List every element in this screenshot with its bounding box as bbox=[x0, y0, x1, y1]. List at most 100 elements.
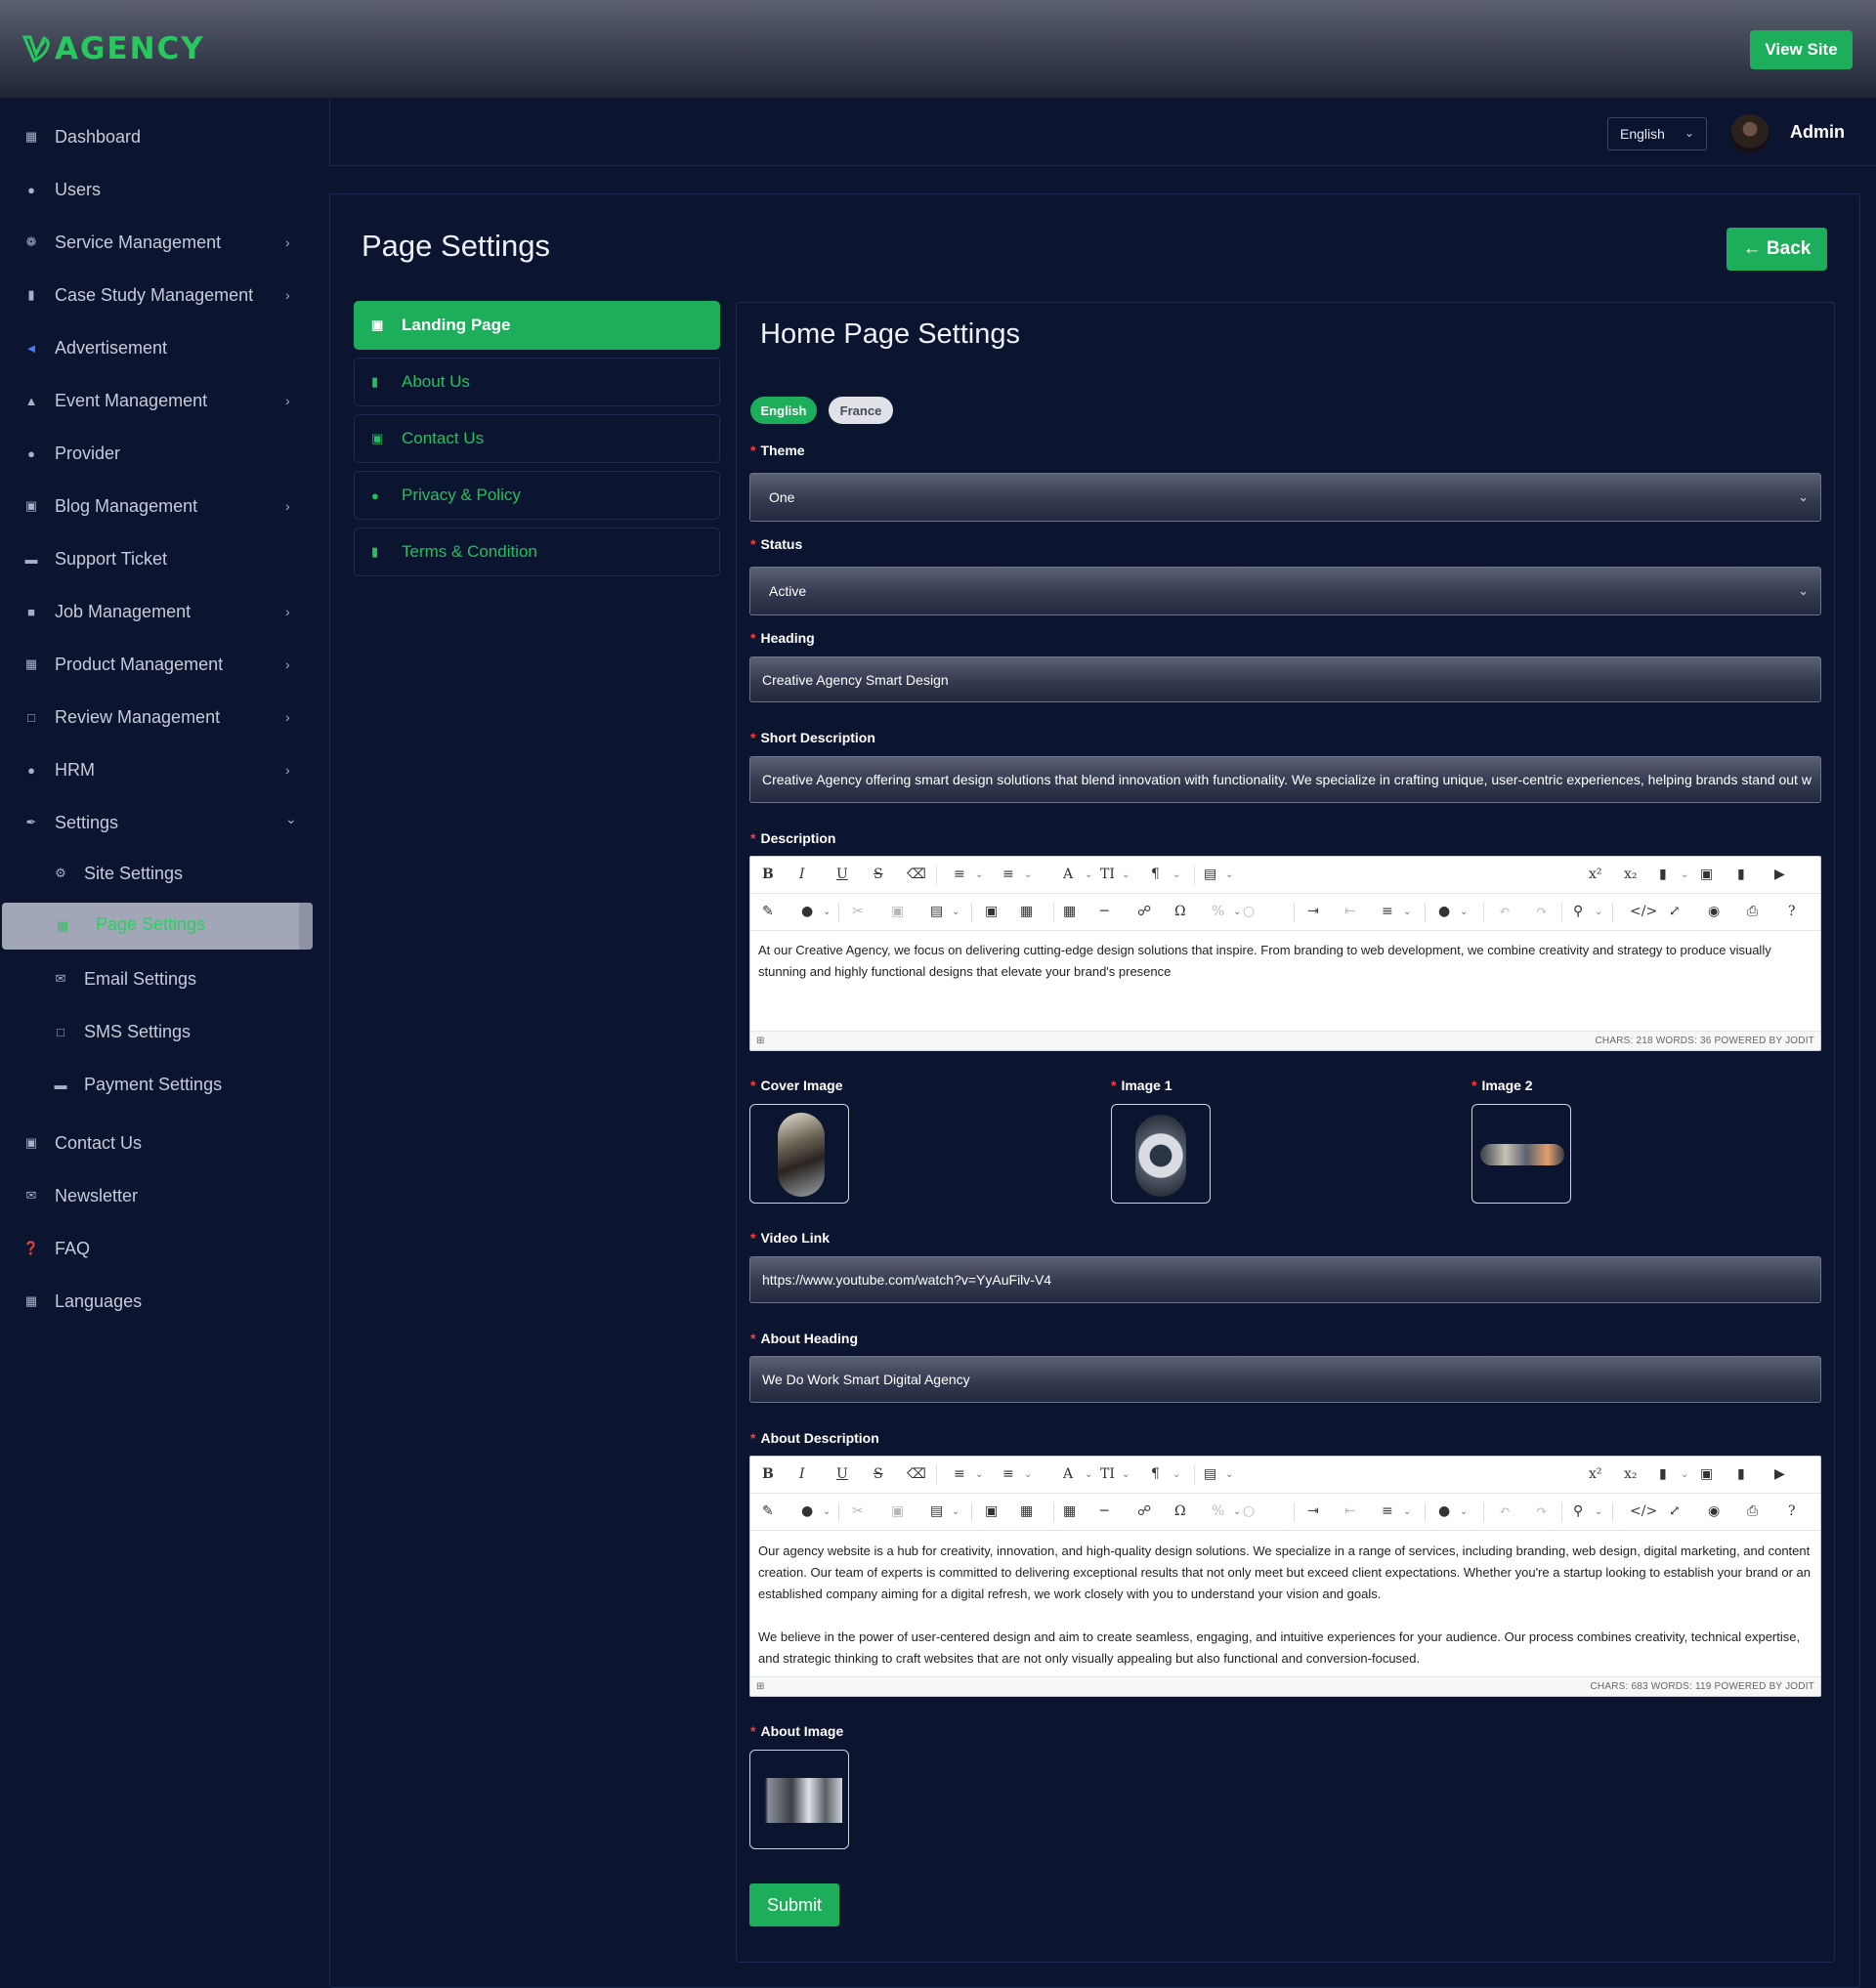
print-icon[interactable]: ⎙ bbox=[1747, 1503, 1758, 1519]
source-button[interactable]: ▮ bbox=[1659, 1466, 1667, 1482]
image2-thumbnail[interactable] bbox=[1471, 1104, 1571, 1204]
indent-icon[interactable]: ⇥ bbox=[1307, 1503, 1319, 1519]
brush-icon[interactable]: ✎ bbox=[762, 904, 774, 919]
sidebar-item-sms-settings[interactable]: □ SMS Settings bbox=[0, 1012, 313, 1051]
sidebar-item-product-management[interactable]: ▦ Product Management › bbox=[0, 645, 313, 684]
outdent-icon[interactable]: ⇤ bbox=[1344, 904, 1356, 919]
table-icon[interactable]: ▦ bbox=[1063, 1503, 1076, 1519]
italic-button[interactable]: I bbox=[799, 1466, 805, 1482]
sidebar-item-payment-settings[interactable]: ▬ Payment Settings bbox=[0, 1065, 313, 1104]
sidebar-item-newsletter[interactable]: ✉ Newsletter bbox=[0, 1176, 313, 1215]
chevron-down-icon[interactable]: ⌄ bbox=[1225, 869, 1233, 880]
description-editor-content[interactable]: At our Creative Agency, we focus on deli… bbox=[758, 940, 1811, 983]
bold-button[interactable]: B bbox=[762, 867, 774, 882]
font-button[interactable]: A bbox=[1063, 867, 1073, 882]
sidebar-item-faq[interactable]: ❓ FAQ bbox=[0, 1229, 313, 1268]
underline-button[interactable]: U bbox=[836, 867, 848, 882]
clear-format-icon[interactable]: ○ bbox=[1243, 1503, 1255, 1519]
ordered-list-button[interactable]: ≡ bbox=[1002, 1466, 1014, 1482]
print-icon[interactable]: ⎙ bbox=[1747, 904, 1758, 919]
eraser-icon[interactable]: ⌫ bbox=[907, 1466, 926, 1482]
image-button[interactable]: ▣ bbox=[1700, 1466, 1713, 1482]
language-tab-france[interactable]: France bbox=[829, 397, 893, 424]
chevron-down-icon[interactable]: ⌄ bbox=[1403, 907, 1411, 917]
chevron-down-icon[interactable]: ⌄ bbox=[1403, 1506, 1411, 1517]
chevron-down-icon[interactable]: ⌄ bbox=[1681, 1469, 1688, 1480]
resize-handle-icon[interactable]: ⊞ bbox=[756, 1036, 764, 1046]
ordered-list-button[interactable]: ≡ bbox=[1002, 867, 1014, 882]
source-button[interactable]: ▮ bbox=[1659, 867, 1667, 882]
align-list-button[interactable]: ▤ bbox=[1204, 867, 1216, 882]
copy-icon[interactable]: ▣ bbox=[891, 904, 904, 919]
strikethrough-button[interactable]: S bbox=[874, 1466, 883, 1482]
chevron-down-icon[interactable]: ⌄ bbox=[975, 1469, 983, 1480]
tab-contact-us[interactable]: ▣ Contact Us bbox=[354, 414, 720, 463]
underline-button[interactable]: U bbox=[836, 1466, 848, 1482]
chevron-down-icon[interactable]: ⌄ bbox=[1681, 869, 1688, 880]
unordered-list-button[interactable]: ≡ bbox=[954, 867, 965, 882]
view-site-button[interactable]: View Site bbox=[1750, 30, 1853, 69]
chevron-down-icon[interactable]: ⌄ bbox=[1225, 1469, 1233, 1480]
cover-image-thumbnail[interactable] bbox=[749, 1104, 849, 1204]
chevron-down-icon[interactable]: ⌄ bbox=[1122, 869, 1130, 880]
chevron-down-icon[interactable]: ⌄ bbox=[1085, 1469, 1092, 1480]
code-icon[interactable]: </> bbox=[1630, 1503, 1657, 1519]
superscript-button[interactable]: x² bbox=[1589, 1466, 1602, 1482]
status-select[interactable]: Active ⌄ bbox=[749, 567, 1821, 615]
chevron-down-icon[interactable]: ⌄ bbox=[1122, 1469, 1130, 1480]
help-icon[interactable]: ? bbox=[1788, 1503, 1796, 1519]
theme-select[interactable]: One ⌄ bbox=[749, 473, 1821, 522]
about-description-editor-content[interactable]: Our agency website is a hub for creativi… bbox=[758, 1541, 1811, 1670]
description-editor[interactable]: B I U S ⌫ ≡ ⌄ ≡ ⌄ A ⌄ TI ⌄ ¶ ⌄ ▤ ⌄ x² x₂ ▮ ⌄ ▣ ▮ ▶ ✎ ● ⌄ ✂ ▣ ▤ ⌄ ▣ ▦ ▦ ─ ☍… bbox=[749, 856, 1821, 1051]
short-description-input[interactable]: Creative Agency offering smart design so… bbox=[749, 756, 1821, 803]
language-select[interactable]: English ⌄ bbox=[1607, 117, 1707, 150]
chevron-down-icon[interactable]: ⌄ bbox=[1024, 1469, 1032, 1480]
format-painter-icon[interactable]: ▦ bbox=[1020, 1503, 1033, 1519]
align-icon[interactable]: ≡ bbox=[1382, 1503, 1393, 1519]
cut-icon[interactable]: ✂ bbox=[852, 1503, 864, 1519]
sidebar-item-review-management[interactable]: □ Review Management › bbox=[0, 698, 313, 737]
video-link-input[interactable]: https://www.youtube.com/watch?v=YyAuFilv… bbox=[749, 1256, 1821, 1303]
sidebar-item-service-management[interactable]: ❁ Service Management › bbox=[0, 223, 313, 262]
about-description-editor[interactable]: B I U S ⌫ ≡ ⌄ ≡ ⌄ A ⌄ TI ⌄ ¶ ⌄ ▤ ⌄ x² x₂ ▮ ⌄ ▣ ▮ ▶ ✎ ● ⌄ ✂ ▣ ▤ ⌄ ▣ ▦ ▦ ─ ☍… bbox=[749, 1456, 1821, 1697]
clear-format-icon[interactable]: ○ bbox=[1243, 904, 1255, 919]
superscript-button[interactable]: x² bbox=[1589, 867, 1602, 882]
user-avatar[interactable] bbox=[1730, 114, 1769, 153]
percent-icon[interactable]: % bbox=[1212, 1503, 1224, 1519]
sidebar-item-support-ticket[interactable]: ▬ Support Ticket bbox=[0, 539, 313, 578]
font-size-button[interactable]: TI bbox=[1100, 867, 1115, 882]
brush-icon[interactable]: ✎ bbox=[762, 1503, 774, 1519]
strikethrough-button[interactable]: S bbox=[874, 867, 883, 882]
sidebar-item-dashboard[interactable]: ▦ Dashboard bbox=[0, 117, 313, 156]
horizontal-rule-icon[interactable]: ─ bbox=[1100, 904, 1108, 919]
chevron-down-icon[interactable]: ⌄ bbox=[1233, 907, 1241, 917]
percent-icon[interactable]: % bbox=[1212, 904, 1224, 919]
about-image-thumbnail[interactable] bbox=[749, 1750, 849, 1849]
sidebar-item-event-management[interactable]: ▲ Event Management › bbox=[0, 381, 313, 420]
subscript-button[interactable]: x₂ bbox=[1624, 1466, 1638, 1482]
unordered-list-button[interactable]: ≡ bbox=[954, 1466, 965, 1482]
undo-icon[interactable]: ↶ bbox=[1499, 1503, 1511, 1519]
color-icon[interactable]: ● bbox=[1438, 1503, 1450, 1519]
paste-icon[interactable]: ▤ bbox=[930, 904, 943, 919]
font-size-button[interactable]: TI bbox=[1100, 1466, 1115, 1482]
sidebar-item-advertisement[interactable]: ◄ Advertisement bbox=[0, 328, 313, 367]
fullsize-icon[interactable]: ⤢ bbox=[1669, 1503, 1681, 1519]
help-icon[interactable]: ? bbox=[1788, 904, 1796, 919]
resize-handle-icon[interactable]: ⊞ bbox=[756, 1681, 764, 1692]
chevron-down-icon[interactable]: ⌄ bbox=[823, 907, 831, 917]
subscript-button[interactable]: x₂ bbox=[1624, 867, 1638, 882]
paragraph-button[interactable]: ¶ bbox=[1151, 867, 1160, 882]
tab-privacy-policy[interactable]: ● Privacy & Policy bbox=[354, 471, 720, 520]
image1-thumbnail[interactable] bbox=[1111, 1104, 1211, 1204]
about-heading-input[interactable]: We Do Work Smart Digital Agency bbox=[749, 1356, 1821, 1403]
chevron-down-icon[interactable]: ⌄ bbox=[1024, 869, 1032, 880]
preview-icon[interactable]: ◉ bbox=[1708, 1503, 1720, 1519]
font-button[interactable]: A bbox=[1063, 1466, 1073, 1482]
sidebar-item-users[interactable]: ● Users bbox=[0, 170, 313, 209]
image-button[interactable]: ▣ bbox=[1700, 867, 1713, 882]
tab-landing-page[interactable]: ▣ Landing Page bbox=[354, 301, 720, 350]
video-button[interactable]: ▶ bbox=[1774, 1466, 1785, 1482]
chevron-down-icon[interactable]: ⌄ bbox=[823, 1506, 831, 1517]
tab-terms-condition[interactable]: ▮ Terms & Condition bbox=[354, 528, 720, 576]
